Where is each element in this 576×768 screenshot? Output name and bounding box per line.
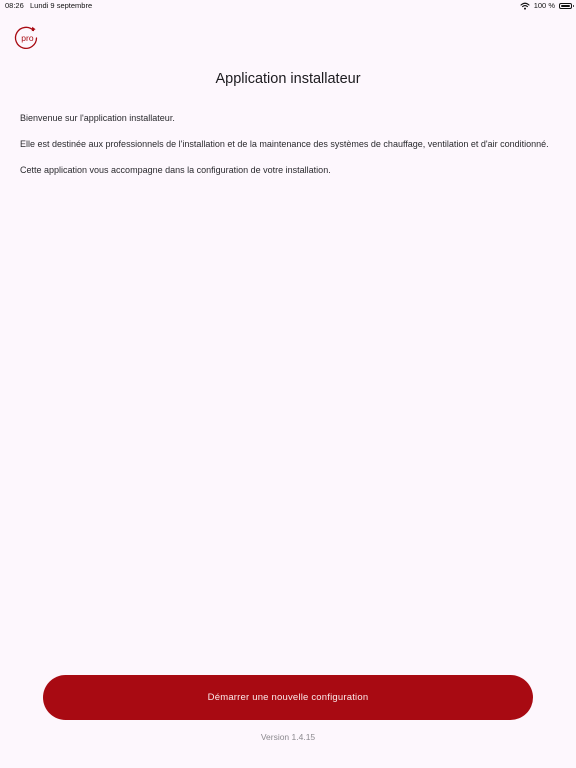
wifi-icon	[520, 2, 530, 10]
status-indicators: 100 %	[520, 1, 574, 10]
version-label: Version 1.4.15	[260, 732, 316, 742]
intro-paragraph-audience: Elle est destinée aux professionnels de …	[20, 139, 549, 149]
intro-paragraph-purpose: Cette application vous accompagne dans l…	[20, 165, 331, 175]
battery-icon	[559, 2, 574, 9]
intro-text: Bienvenue sur l'application installateur…	[20, 112, 560, 190]
pro-logo: pro	[13, 25, 39, 51]
status-date: Lundi 9 septembre	[30, 1, 93, 10]
logo-text: pro	[21, 33, 34, 43]
page-title: Application installateur	[215, 71, 361, 87]
status-bar: 08:26 Lundi 9 septembre 100 %	[0, 0, 576, 12]
battery-percentage: 100 %	[533, 1, 555, 10]
intro-paragraph-welcome: Bienvenue sur l'application installateur…	[20, 113, 175, 123]
start-new-configuration-button[interactable]: Démarrer une nouvelle configuration	[43, 675, 533, 720]
status-time: 08:26	[5, 1, 24, 10]
